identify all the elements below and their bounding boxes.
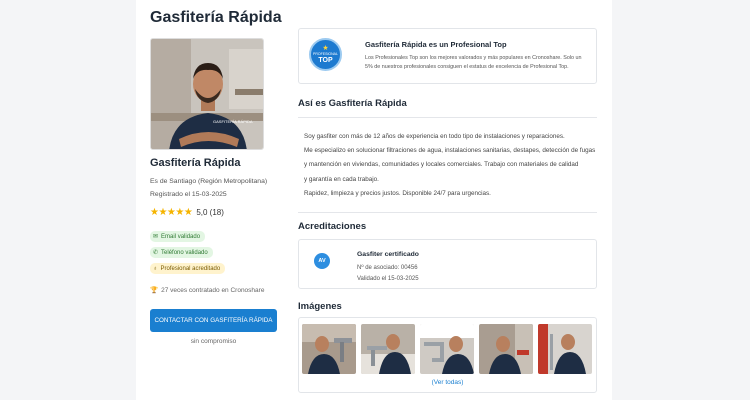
credential-title: Gasfiter certificado bbox=[357, 251, 419, 258]
gallery-image-1[interactable] bbox=[302, 324, 356, 374]
images-heading: Imágenes bbox=[298, 301, 342, 312]
pro-accredited-badge: ♁ Profesional acreditado bbox=[150, 263, 226, 274]
phone-validated-label: Teléfono validado bbox=[161, 249, 208, 256]
phone-validated-badge: ✆ Teléfono validado bbox=[150, 247, 213, 258]
profile-location: Es de Santiago (Región Metropolitana) bbox=[150, 178, 268, 185]
star-icon: ★ bbox=[322, 44, 329, 52]
shirt-logo-text: GASFITERÍA RÁPIDA bbox=[213, 119, 253, 124]
top-professional-box: ★ PROFESIONAL TOP Gasfitería Rápida es u… bbox=[298, 28, 597, 84]
phone-icon: ✆ bbox=[153, 250, 159, 256]
top-professional-title: Gasfitería Rápida es un Profesional Top bbox=[365, 40, 507, 49]
gallery-image-5[interactable] bbox=[538, 324, 592, 374]
top-professional-badge-icon: ★ PROFESIONAL TOP bbox=[309, 38, 342, 71]
profile-name: Gasfitería Rápida bbox=[150, 157, 241, 169]
badge-line-2: TOP bbox=[318, 56, 333, 64]
description-line: y garantía en cada trabajo. bbox=[304, 175, 379, 183]
gallery-image-2[interactable] bbox=[361, 324, 415, 374]
star-rating-icon: ★★★★★ bbox=[150, 207, 193, 218]
credential-member-number: Nº de asociado: 00456 bbox=[357, 265, 418, 271]
top-professional-text: Los Profesionales Top son los mejores va… bbox=[365, 55, 582, 70]
gallery-image-4[interactable] bbox=[479, 324, 533, 374]
about-description: Soy gasfiter con más de 12 años de exper… bbox=[304, 130, 596, 201]
trophy-icon: 🏆 bbox=[150, 287, 159, 294]
rating-value: 5,0 (18) bbox=[196, 208, 224, 217]
email-validated-badge: ✉ Email validado bbox=[150, 231, 206, 242]
pro-accredited-label: Profesional acreditado bbox=[160, 265, 221, 272]
page-title: Gasfitería Rápida bbox=[150, 9, 282, 26]
images-gallery: (Ver todas) bbox=[298, 317, 597, 393]
envelope-icon: ✉ bbox=[153, 234, 159, 240]
see-all-images-link[interactable]: (Ver todas) bbox=[299, 379, 596, 386]
description-line: y mantención en viviendas, comunidades y… bbox=[304, 161, 579, 169]
credential-validated-date: Validado el 15-03-2025 bbox=[357, 276, 419, 282]
profile-photo: GASFITERÍA RÁPIDA bbox=[150, 38, 264, 150]
description-line: Rapidez, limpieza y precios justos. Disp… bbox=[304, 189, 491, 197]
rating: ★★★★★ 5,0 (18) bbox=[150, 207, 224, 218]
description-line: Me especializo en solucionar filtracione… bbox=[304, 147, 596, 155]
contact-button[interactable]: CONTACTAR CON GASFITERÍA RÁPIDA bbox=[150, 309, 277, 332]
lightbulb-icon: ♁ bbox=[153, 265, 158, 272]
hired-count: 🏆 27 veces contratado en Cronoshare bbox=[150, 286, 265, 295]
profile-registered: Registrado el 15-03-2025 bbox=[150, 191, 227, 198]
hired-count-text: 27 veces contratado en Cronoshare bbox=[161, 286, 265, 294]
about-heading: Así es Gasfitería Rápida bbox=[298, 98, 407, 109]
email-validated-label: Email validado bbox=[161, 233, 201, 240]
description-line: Soy gasfiter con más de 12 años de exper… bbox=[304, 133, 565, 140]
divider bbox=[298, 117, 597, 118]
credentials-heading: Acreditaciones bbox=[298, 221, 367, 232]
credential-card: AV Gasfiter certificado Nº de asociado: … bbox=[298, 239, 597, 289]
gallery-image-3[interactable] bbox=[420, 324, 474, 374]
profile-page: Gasfitería Rápida GASFITERÍA RÁPIDA Gasf… bbox=[136, 0, 612, 400]
accreditation-icon: AV bbox=[314, 253, 330, 269]
contact-subtext: sin compromiso bbox=[190, 338, 237, 345]
divider bbox=[298, 212, 597, 213]
